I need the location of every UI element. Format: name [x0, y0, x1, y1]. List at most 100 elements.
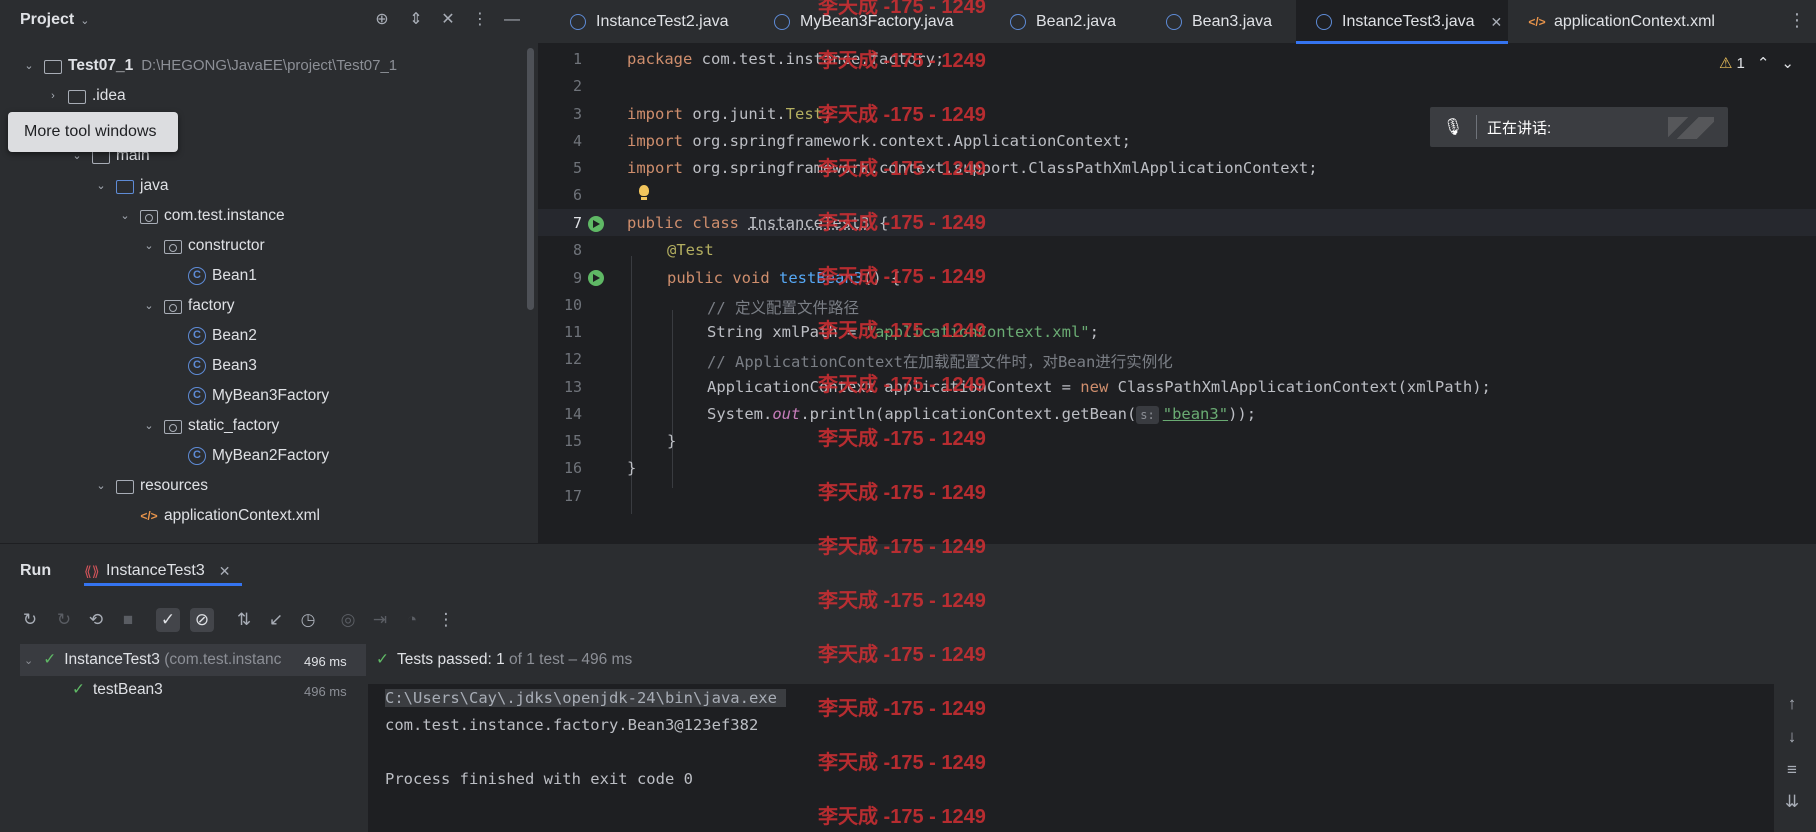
separator [1476, 115, 1477, 139]
status-label: Tests passed: [397, 651, 497, 668]
line-number: 14 [563, 405, 582, 423]
tree-item-factory[interactable]: ⌄ factory [142, 291, 235, 321]
passed-check-icon: ✓ [43, 651, 57, 668]
line-number: 8 [572, 241, 582, 259]
tree-item-bean1[interactable]: C Bean1 [188, 261, 257, 291]
tree-item-label: MyBean3Factory [212, 387, 330, 404]
rerun-icon[interactable]: ↻ [18, 608, 42, 632]
tree-item-label: static_factory [188, 417, 280, 434]
toggle-auto-test-icon[interactable]: ⟲ [84, 608, 108, 632]
tree-item-applicationcontext-xml[interactable]: </> applicationContext.xml [140, 501, 320, 531]
chevron-down-icon[interactable]: ⌄ [142, 231, 156, 261]
tree-item-project-root[interactable]: ⌄ Test07_1 D:\HEGONG\JavaEE\project\Test… [22, 51, 397, 81]
console-line: C:\Users\Cay\.jdks\openjdk-24\bin\java.e… [385, 689, 787, 707]
test-name: testBean3 [93, 681, 163, 698]
line-number: 5 [572, 159, 582, 177]
tab-applicationcontext-xml[interactable]: </> applicationContext.xml [1508, 0, 1748, 44]
scroll-up-icon[interactable]: ↑ [1780, 694, 1804, 714]
tree-item-idea[interactable]: › .idea [46, 81, 126, 111]
tree-item-mybean2factory[interactable]: C MyBean2Factory [188, 441, 329, 471]
tree-item-java[interactable]: ⌄ java [94, 171, 168, 201]
chevron-up-icon[interactable]: ⌃ [1757, 54, 1770, 72]
more-options-icon[interactable]: ⋮ [470, 10, 490, 30]
tooltip-more-tool-windows: More tool windows [8, 112, 178, 152]
folder-icon [68, 90, 86, 104]
tree-item-label: applicationContext.xml [164, 507, 320, 524]
run-tab-instancetest3[interactable]: ⟪⟫ InstanceTest3 ✕ [84, 544, 243, 598]
test-row-instancetest3[interactable]: ⌄ ✓ InstanceTest3 (com.test.instanc [24, 645, 281, 675]
sort-icon[interactable]: ⇅ [232, 608, 256, 632]
locate-icon[interactable]: ⊕ [372, 10, 392, 30]
warning-icon: ⚠ [1719, 55, 1733, 72]
code-line-8: @Test [667, 241, 714, 259]
show-ignored-icon[interactable]: ⊘ [190, 608, 214, 632]
tree-item-static-factory[interactable]: ⌄ static_factory [142, 411, 279, 441]
chevron-down-icon[interactable]: ⌄ [24, 655, 33, 667]
stop-icon[interactable]: ■ [116, 608, 140, 632]
project-panel: Project ⌄ ⊕ ⇕ ✕ ⋮ — ⌄ Test07_1 D:\HEGONG… [0, 0, 538, 543]
project-title[interactable]: Project [20, 11, 74, 29]
inspection-widget[interactable]: ⚠ 1 ⌃ ⌄ [1719, 54, 1794, 73]
test-row-testbean3[interactable]: ✓ testBean3 [72, 675, 163, 705]
tree-item-mybean3factory[interactable]: C MyBean3Factory [188, 381, 329, 411]
rerun-failed-icon[interactable]: ↻ [52, 608, 76, 632]
more-options-icon[interactable]: ⋮ [1788, 10, 1806, 31]
line-number: 1 [572, 50, 582, 68]
test-duration: 496 ms [304, 654, 347, 669]
expand-all-icon[interactable]: ⇕ [406, 10, 426, 30]
screenshot-icon[interactable]: ◎ [336, 608, 360, 632]
run-test-method-icon[interactable] [588, 270, 604, 286]
chevron-down-icon[interactable]: ⌄ [142, 291, 156, 321]
console-line: Process finished with exit code 0 [385, 770, 693, 788]
tab-label: InstanceTest2.java [596, 13, 729, 30]
chevron-down-icon[interactable]: ⌄ [142, 411, 156, 441]
chevron-down-icon[interactable]: ⌄ [94, 171, 108, 201]
console-output[interactable]: C:\Users\Cay\.jdks\openjdk-24\bin\java.e… [368, 684, 1774, 832]
run-test-class-icon[interactable] [588, 216, 604, 232]
coverage-icon[interactable]: ◔ [400, 608, 424, 632]
chevron-down-icon[interactable]: ⌄ [1781, 54, 1794, 72]
scroll-to-end-icon[interactable]: ⇊ [1780, 792, 1804, 812]
class-icon [1010, 14, 1026, 30]
close-icon[interactable]: ✕ [1491, 14, 1503, 31]
import-tests-icon[interactable]: ↙ [264, 608, 288, 632]
collapse-all-icon[interactable]: ✕ [438, 10, 458, 30]
show-passed-icon[interactable]: ✓ [156, 608, 180, 632]
resources-folder-icon [116, 480, 134, 494]
chevron-down-icon[interactable]: ⌄ [118, 201, 132, 231]
tree-item-label: constructor [188, 237, 265, 254]
tree-item-com-test-instance[interactable]: ⌄ com.test.instance [118, 201, 285, 231]
package-icon [140, 210, 158, 224]
tab-instancetest3[interactable]: InstanceTest3.java ✕ [1296, 0, 1508, 44]
chevron-down-icon[interactable]: ⌄ [22, 51, 36, 81]
minimize-icon[interactable]: — [502, 10, 522, 30]
scroll-down-icon[interactable]: ↓ [1780, 727, 1804, 747]
tree-item-label: com.test.instance [164, 207, 285, 224]
more-options-icon[interactable]: ⋮ [434, 608, 458, 632]
code-line-13: ApplicationContext applicationContext = … [707, 378, 1491, 396]
soft-wrap-icon[interactable]: ≡ [1780, 760, 1804, 780]
line-number: 15 [563, 432, 582, 450]
line-number: 6 [572, 186, 582, 204]
microphone-muted-icon: 🎙 [1442, 119, 1464, 136]
tab-label: applicationContext.xml [1554, 13, 1715, 30]
lightbulb-icon[interactable] [637, 185, 651, 203]
tree-item-constructor[interactable]: ⌄ constructor [142, 231, 265, 261]
project-scrollbar[interactable] [527, 48, 534, 310]
chevron-right-icon[interactable]: › [46, 81, 60, 111]
tree-item-label: factory [188, 297, 235, 314]
tab-instancetest2[interactable]: InstanceTest2.java [550, 0, 750, 44]
tree-item-resources[interactable]: ⌄ resources [94, 471, 208, 501]
tree-item-label: Bean2 [212, 327, 257, 344]
chevron-down-icon[interactable]: ⌄ [80, 14, 89, 27]
export-icon[interactable]: ⇥ [368, 608, 392, 632]
history-icon[interactable]: ◷ [296, 608, 320, 632]
tab-bean2[interactable]: Bean2.java [990, 0, 1145, 44]
status-detail: of 1 test – 496 ms [504, 651, 633, 668]
chevron-down-icon[interactable]: ⌄ [94, 471, 108, 501]
tab-label: InstanceTest3.java [1342, 13, 1475, 30]
tree-item-bean3[interactable]: C Bean3 [188, 351, 257, 381]
close-icon[interactable]: ✕ [219, 563, 231, 580]
tab-mybean3factory[interactable]: MyBean3Factory.java [754, 0, 989, 44]
tree-item-bean2[interactable]: C Bean2 [188, 321, 257, 351]
